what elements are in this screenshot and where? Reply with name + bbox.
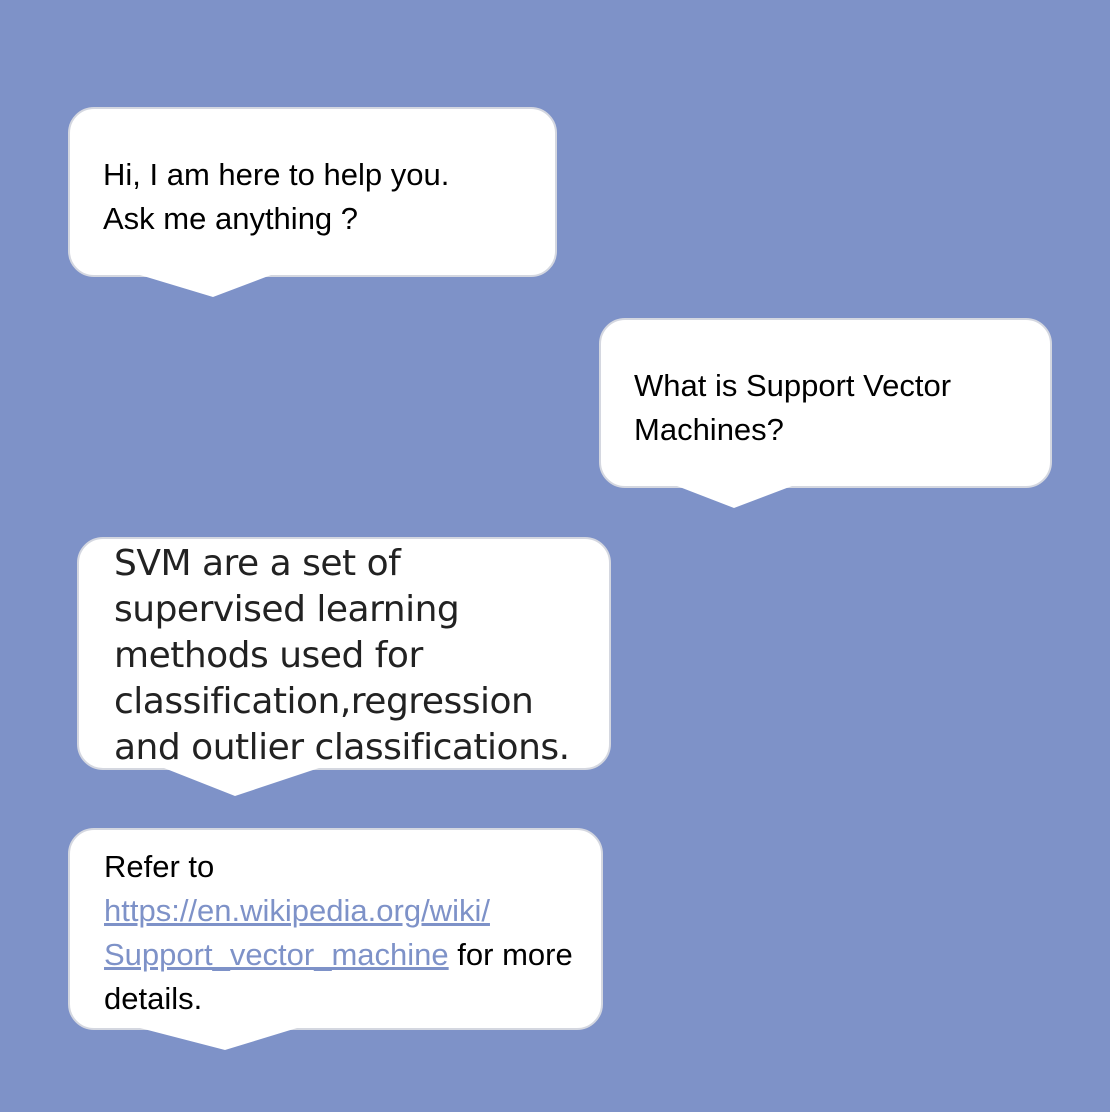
user-message-bubble: What is Support Vector Machines? <box>599 318 1052 508</box>
link-line-2: Support_vector_machine <box>104 937 449 972</box>
bubble-tail <box>164 768 319 796</box>
bot-message-bubble: Hi, I am here to help you. Ask me anythi… <box>68 107 557 297</box>
link-line-1: https://en.wikipedia.org/wiki/ <box>104 893 490 928</box>
message-text: Refer to https://en.wikipedia.org/wiki/Su… <box>104 845 584 1021</box>
message-text: What is Support Vector Machines? <box>634 368 952 447</box>
bubble-tail <box>140 275 271 297</box>
wikipedia-link[interactable]: https://en.wikipedia.org/wiki/Support_ve… <box>104 893 490 972</box>
message-text: SVM are a set of supervised learning met… <box>114 543 570 768</box>
bot-message-bubble: SVM are a set of supervised learning met… <box>77 537 611 796</box>
bot-message-bubble: Refer to https://en.wikipedia.org/wiki/Su… <box>68 828 603 1050</box>
message-text: Hi, I am here to help you. Ask me anythi… <box>103 157 450 236</box>
bubble-tail <box>140 1028 297 1050</box>
message-prefix: Refer to <box>104 849 215 884</box>
bubble-tail <box>677 486 792 508</box>
